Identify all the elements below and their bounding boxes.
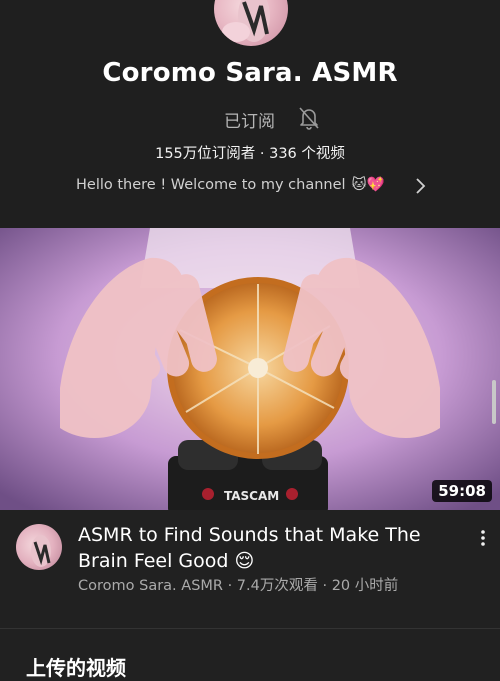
chevron-right-icon[interactable]	[413, 177, 427, 195]
scrollbar-thumb[interactable]	[492, 380, 496, 424]
subscribed-button[interactable]: 已订阅	[224, 107, 275, 132]
about-text: Hello there ! Welcome to my channel	[76, 177, 346, 193]
thumbnail-image: TASCAM	[0, 228, 500, 510]
video-info[interactable]: ASMR to Find Sounds that Make The Brain …	[0, 510, 500, 628]
channel-stats: 155万位订阅者 · 336 个视频	[155, 146, 345, 162]
bell-off-icon[interactable]	[296, 105, 322, 131]
divider	[0, 628, 500, 629]
about-emoji: 🐱💖	[351, 177, 385, 193]
video-thumbnail[interactable]: TASCAM 59:08	[0, 228, 500, 510]
video-duration: 59:08	[432, 480, 492, 502]
channel-about-link[interactable]: Hello there ! Welcome to my channel 🐱💖	[76, 176, 436, 196]
more-vert-icon[interactable]	[478, 528, 488, 548]
video-title[interactable]: ASMR to Find Sounds that Make The Brain …	[78, 522, 458, 574]
channel-avatar[interactable]	[214, 0, 288, 46]
subscribe-row: 已订阅	[0, 103, 500, 133]
video-meta: Coromo Sara. ASMR · 7.4万次观看 · 20 小时前	[78, 578, 399, 594]
channel-header: Coromo Sara. ASMR 已订阅 155万位订阅者 · 336 个视频…	[0, 0, 500, 228]
device-label: TASCAM	[224, 489, 279, 503]
channel-name: Coromo Sara. ASMR	[102, 58, 398, 88]
uploader-avatar[interactable]	[16, 524, 62, 570]
